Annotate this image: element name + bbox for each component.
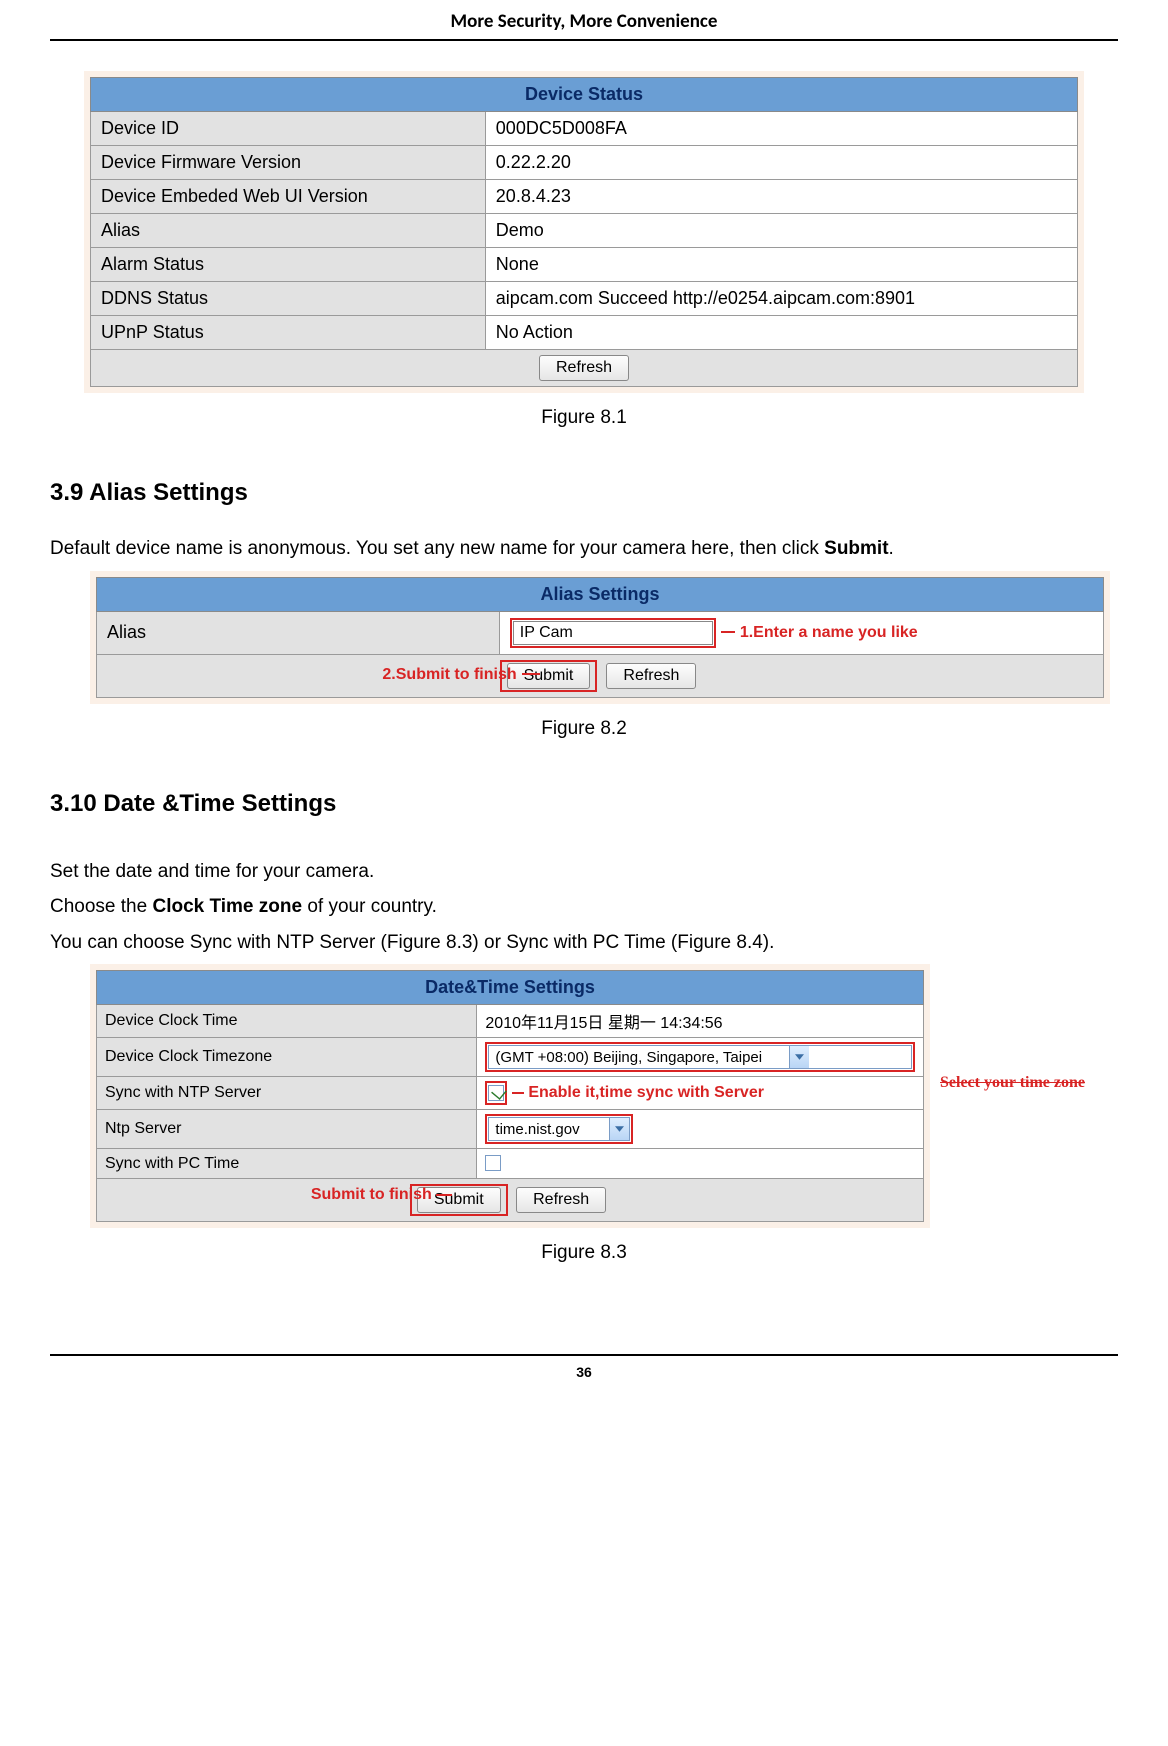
- ntp-server-select[interactable]: time.nist.gov: [488, 1117, 630, 1141]
- clock-time-value: 2010年11月15日 星期一 14:34:56: [477, 1005, 924, 1038]
- figure-8-3-caption: Figure 8.3: [50, 1242, 1118, 1264]
- chevron-down-icon: [789, 1046, 809, 1068]
- annotation-submit-finish: 2.Submit to finish: [382, 666, 516, 683]
- row-value: 000DC5D008FA: [485, 112, 1077, 146]
- row-label: UPnP Status: [91, 316, 486, 350]
- sync-pc-label: Sync with PC Time: [97, 1149, 477, 1179]
- row-value: 20.8.4.23: [485, 180, 1077, 214]
- clock-time-label: Device Clock Time: [97, 1005, 477, 1038]
- heading-3-10: 3.10 Date &Time Settings: [50, 790, 1118, 818]
- row-label: Device Embeded Web UI Version: [91, 180, 486, 214]
- text: Choose the: [50, 896, 152, 917]
- page-number: 36: [50, 1354, 1118, 1380]
- row-value: No Action: [485, 316, 1077, 350]
- row-value: None: [485, 248, 1077, 282]
- annotation-select-timezone: Select your time zone: [940, 1074, 1085, 1092]
- row-value: aipcam.com Succeed http://e0254.aipcam.c…: [485, 282, 1077, 316]
- row-label: Device Firmware Version: [91, 146, 486, 180]
- annotation-enter-name: 1.Enter a name you like: [740, 624, 918, 641]
- annotation-enable-ntp: Enable it,time sync with Server: [528, 1084, 764, 1101]
- figure-8-1-caption: Figure 8.1: [50, 407, 1118, 429]
- text: of your country.: [302, 896, 437, 917]
- row-label: DDNS Status: [91, 282, 486, 316]
- ntp-server-label: Ntp Server: [97, 1110, 477, 1149]
- device-status-title: Device Status: [91, 78, 1078, 112]
- timezone-cell: (GMT +08:00) Beijing, Singapore, Taipei: [477, 1038, 924, 1077]
- text: .: [889, 538, 894, 559]
- alias-input[interactable]: [513, 621, 713, 645]
- ntp-server-cell: time.nist.gov: [477, 1110, 924, 1149]
- figure-8-3: Date&Time Settings Device Clock Time 201…: [90, 964, 930, 1228]
- row-label: Alarm Status: [91, 248, 486, 282]
- sec310-p1: Set the date and time for your camera.: [50, 858, 1118, 886]
- text: Default device name is anonymous. You se…: [50, 538, 824, 559]
- sync-ntp-checkbox[interactable]: [488, 1085, 504, 1101]
- sec310-p3: You can choose Sync with NTP Server (Fig…: [50, 929, 1118, 957]
- refresh-button-fig83[interactable]: Refresh: [516, 1187, 606, 1213]
- refresh-button-fig81[interactable]: Refresh: [539, 355, 629, 381]
- heading-3-9: 3.9 Alias Settings: [50, 479, 1118, 507]
- text-bold: Clock Time zone: [152, 896, 302, 917]
- sec310-p2: Choose the Clock Time zone of your count…: [50, 893, 1118, 921]
- sec39-paragraph: Default device name is anonymous. You se…: [50, 535, 1118, 563]
- document-header: More Security, More Convenience: [50, 0, 1118, 41]
- sync-ntp-cell: Enable it,time sync with Server: [477, 1077, 924, 1110]
- alias-label: Alias: [97, 611, 500, 654]
- text-bold: Submit: [824, 538, 888, 559]
- row-value: 0.22.2.20: [485, 146, 1077, 180]
- figure-8-2-caption: Figure 8.2: [50, 718, 1118, 740]
- annotation-submit-finish-fig83: Submit to finish: [311, 1186, 432, 1203]
- row-label: Alias: [91, 214, 486, 248]
- timezone-label: Device Clock Timezone: [97, 1038, 477, 1077]
- device-status-table: Device Status Device ID000DC5D008FA Devi…: [90, 77, 1078, 387]
- alias-settings-title: Alias Settings: [97, 577, 1104, 611]
- figure-8-1: Device Status Device ID000DC5D008FA Devi…: [84, 71, 1084, 393]
- ntp-server-value: time.nist.gov: [489, 1118, 609, 1140]
- alias-input-highlight: [510, 618, 716, 648]
- row-value: Demo: [485, 214, 1077, 248]
- chevron-down-icon: [609, 1118, 629, 1140]
- sync-pc-cell: [477, 1149, 924, 1179]
- alias-value-cell: 1.Enter a name you like: [499, 611, 1103, 654]
- datetime-settings-table: Date&Time Settings Device Clock Time 201…: [96, 970, 924, 1222]
- row-label: Device ID: [91, 112, 486, 146]
- figure-8-2: Alias Settings Alias 1.Enter a name you …: [90, 571, 1110, 704]
- timezone-select[interactable]: (GMT +08:00) Beijing, Singapore, Taipei: [488, 1045, 912, 1069]
- datetime-title: Date&Time Settings: [97, 971, 924, 1005]
- refresh-button-fig82[interactable]: Refresh: [606, 663, 696, 689]
- timezone-select-value: (GMT +08:00) Beijing, Singapore, Taipei: [489, 1046, 789, 1068]
- sync-pc-checkbox[interactable]: [485, 1155, 501, 1171]
- sync-ntp-label: Sync with NTP Server: [97, 1077, 477, 1110]
- alias-settings-table: Alias Settings Alias 1.Enter a name you …: [96, 577, 1104, 698]
